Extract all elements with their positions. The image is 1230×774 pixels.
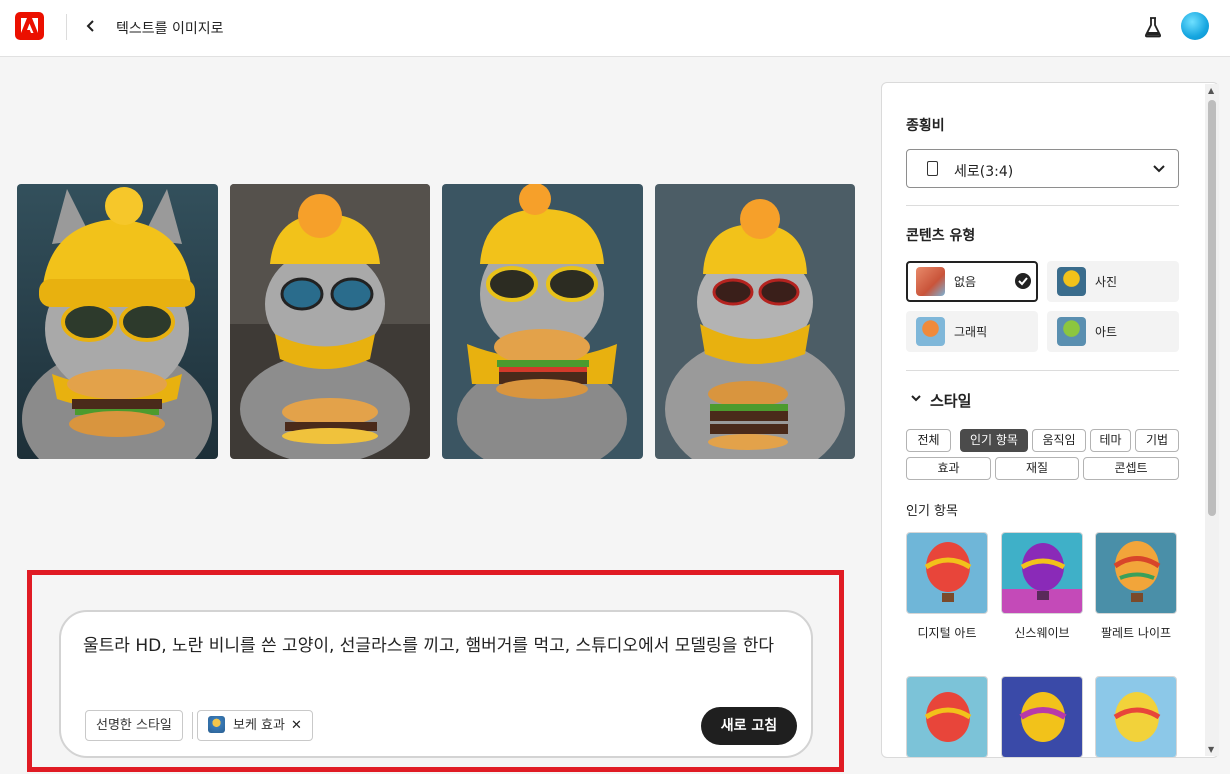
content-type-label: 사진 [1095, 275, 1118, 289]
style-tag-all[interactable]: 전체 [906, 429, 951, 452]
prompt-text[interactable]: 울트라 HD, 노란 비니를 쓴 고양이, 선글라스를 끼고, 햄버거를 먹고,… [83, 632, 783, 660]
style-thumb-synthwave[interactable] [1001, 532, 1083, 614]
app-header: 텍스트를 이미지로 [0, 0, 1230, 57]
style-tag-effect[interactable]: 효과 [906, 457, 991, 480]
style-tag-technique[interactable]: 기법 [1135, 429, 1179, 452]
labs-flask-icon[interactable] [1144, 16, 1162, 42]
aspect-ratio-select[interactable]: 세로(3:4) [906, 149, 1179, 188]
content-type-label: 그래픽 [954, 325, 988, 339]
style-tag-concept[interactable]: 콘셉트 [1083, 457, 1179, 480]
style-thumb-row2-1[interactable] [906, 676, 988, 757]
style-thumb-row2-3[interactable] [1095, 676, 1177, 757]
chevron-down-icon[interactable] [910, 394, 922, 404]
style-tag-theme[interactable]: 테마 [1090, 429, 1131, 452]
chip-label: 선명한 스타일 [96, 718, 172, 733]
scroll-up-icon[interactable]: ▲ [1208, 86, 1214, 95]
content-type-label: 없음 [954, 275, 977, 289]
content-graphic-thumb [916, 317, 945, 346]
aspect-ratio-value: 세로(3:4) [954, 164, 1014, 180]
remove-chip-icon[interactable]: ✕ [291, 718, 302, 733]
scroll-down-icon[interactable]: ▼ [1208, 745, 1214, 754]
adobe-logo-icon[interactable] [15, 12, 44, 40]
content-photo-thumb [1057, 267, 1086, 296]
chevron-down-icon [1153, 165, 1165, 173]
content-type-art[interactable]: 아트 [1047, 311, 1179, 352]
portrait-icon [927, 161, 938, 176]
style-tag-material[interactable]: 재질 [995, 457, 1079, 480]
user-avatar[interactable] [1181, 12, 1209, 40]
content-art-thumb [1057, 317, 1086, 346]
settings-panel: 종횡비 세로(3:4) 콘텐츠 유형 없음 사진 그래픽 아트 스타일 전체 인… [881, 82, 1219, 758]
divider [906, 370, 1179, 371]
panel-scrollbar[interactable]: ▲ ▼ [1205, 84, 1219, 756]
content-type-title: 콘텐츠 유형 [906, 228, 976, 244]
aspect-ratio-title: 종횡비 [906, 118, 945, 134]
content-none-thumb [916, 267, 945, 296]
content-type-none[interactable]: 없음 [906, 261, 1038, 302]
generated-image-3[interactable] [442, 184, 643, 459]
style-section-title[interactable]: 스타일 [930, 390, 971, 411]
chip-divider [192, 712, 193, 739]
style-thumb-label: 디지털 아트 [917, 626, 977, 640]
content-type-graphic[interactable]: 그래픽 [906, 311, 1038, 352]
content-type-photo[interactable]: 사진 [1047, 261, 1179, 302]
balloon-thumb-icon [208, 716, 225, 733]
back-icon[interactable] [84, 16, 100, 36]
generated-image-1[interactable] [17, 184, 218, 459]
generated-image-4[interactable] [655, 184, 855, 459]
style-thumb-label: 신스웨이브 [1014, 626, 1070, 640]
checkmark-icon [1015, 273, 1031, 289]
style-thumb-palette-knife[interactable] [1095, 532, 1177, 614]
chip-label: 보케 효과 [233, 718, 285, 733]
style-chip-bokeh[interactable]: 보케 효과 ✕ [197, 710, 313, 741]
generated-image-2[interactable] [230, 184, 430, 459]
page-title: 텍스트를 이미지로 [116, 21, 224, 37]
style-thumb-row2-2[interactable] [1001, 676, 1083, 757]
style-tag-popular[interactable]: 인기 항목 [960, 429, 1028, 452]
style-tag-motion[interactable]: 움직임 [1032, 429, 1086, 452]
popular-title: 인기 항목 [906, 504, 958, 519]
prompt-input[interactable]: 울트라 HD, 노란 비니를 쓴 고양이, 선글라스를 끼고, 햄버거를 먹고,… [59, 610, 813, 758]
scroll-thumb[interactable] [1208, 100, 1216, 516]
header-divider [66, 14, 67, 40]
content-type-label: 아트 [1095, 325, 1118, 339]
style-chip-vivid[interactable]: 선명한 스타일 [85, 710, 183, 741]
style-thumb-digital-art[interactable] [906, 532, 988, 614]
divider [906, 205, 1179, 206]
style-thumb-label: 팔레트 나이프 [1100, 626, 1172, 640]
refresh-button[interactable]: 새로 고침 [701, 707, 797, 745]
